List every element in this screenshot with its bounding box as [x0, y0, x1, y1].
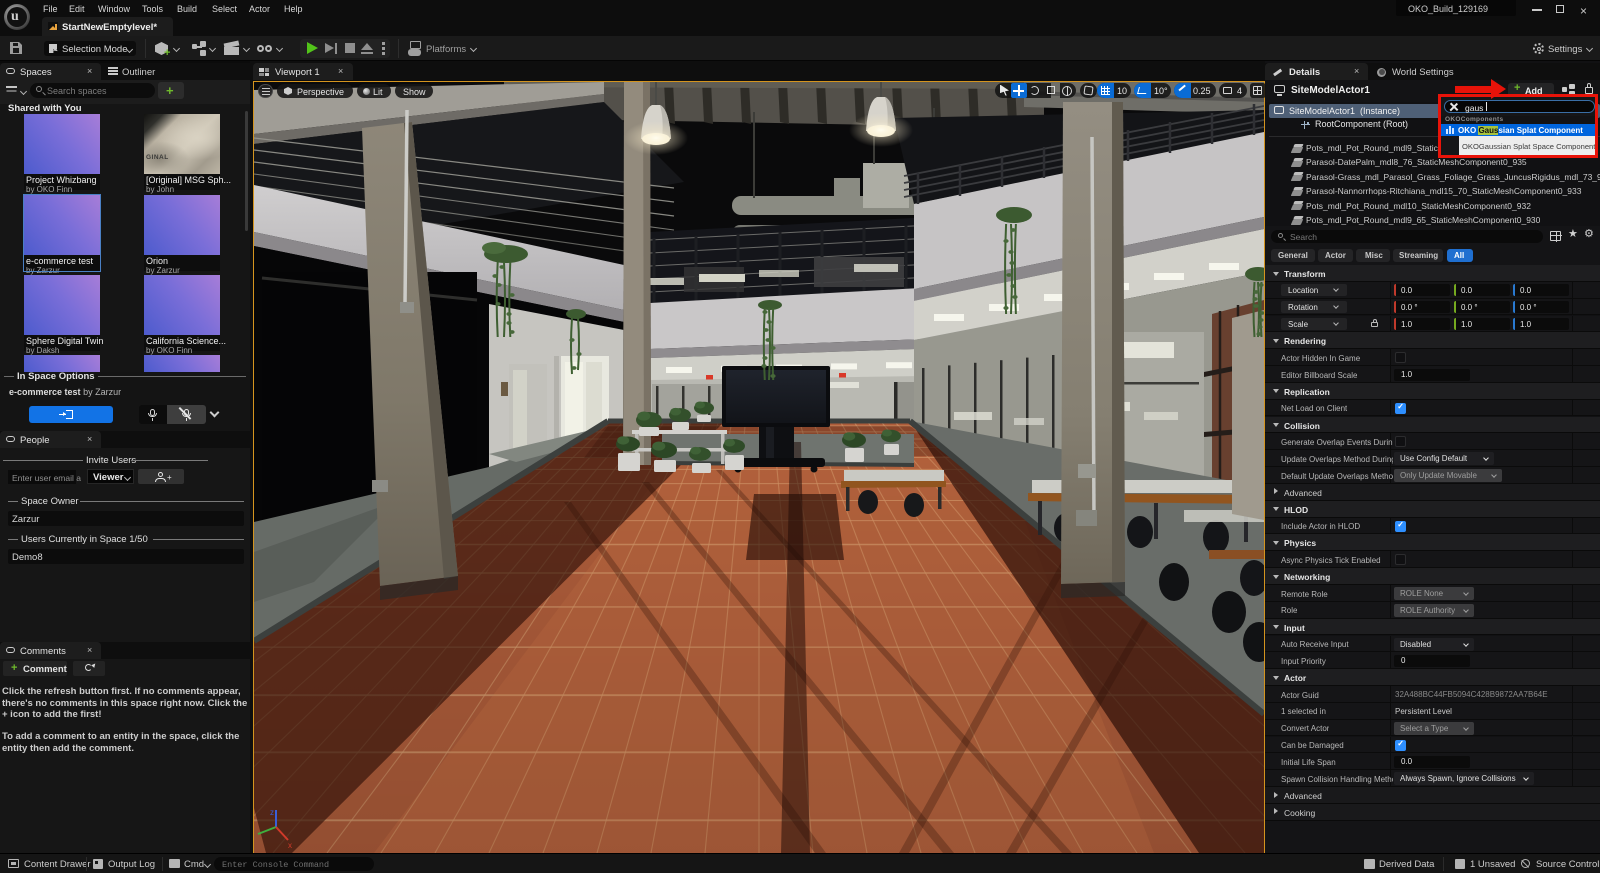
svg-text:z: z — [270, 808, 274, 817]
svg-text:x: x — [288, 841, 292, 850]
